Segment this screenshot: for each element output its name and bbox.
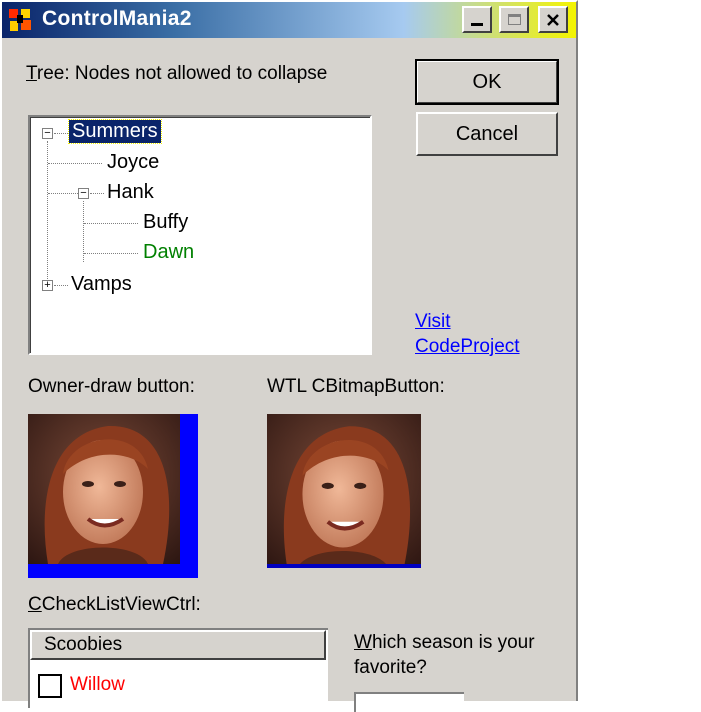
portrait-image	[267, 414, 421, 568]
season-question-line1: hich season is your	[371, 632, 535, 653]
tree-connector	[48, 193, 78, 194]
tree-connector	[84, 223, 138, 224]
close-icon	[547, 13, 559, 26]
collapse-icon[interactable]: −	[78, 188, 89, 199]
owner-draw-label: Owner-draw button:	[28, 376, 195, 397]
tree-connector	[90, 193, 104, 194]
wtl-label: WTL CBitmapButton:	[267, 376, 445, 397]
minimize-icon	[471, 23, 483, 26]
tree-view[interactable]: − − + Summers Joyce Hank Buffy Dawn Vamp…	[28, 115, 372, 355]
collapse-icon[interactable]: −	[42, 128, 53, 139]
tree-node-summers[interactable]: Summers	[68, 119, 162, 144]
owner-draw-button[interactable]	[28, 414, 198, 578]
tree-label-text: ree: Nodes not allowed to collapse	[36, 63, 328, 84]
tree-node-dawn[interactable]: Dawn	[143, 241, 194, 264]
app-icon	[9, 9, 31, 31]
maximize-icon	[507, 14, 521, 25]
tree-node-joyce[interactable]: Joyce	[107, 151, 159, 174]
window-title: ControlMania2	[42, 7, 192, 30]
dialog-window: ControlMania2 Tree: Nodes not allowed to…	[0, 0, 578, 712]
close-button[interactable]	[538, 6, 568, 33]
season-question-mnemonic: W	[354, 632, 372, 653]
tree-label: Tree: Nodes not allowed to collapse	[26, 63, 327, 85]
bitmap-button[interactable]	[267, 414, 421, 568]
season-question: Which season is your favorite?	[354, 630, 535, 680]
codeproject-link[interactable]: Visit CodeProject	[415, 309, 520, 359]
minimize-button[interactable]	[462, 6, 492, 33]
checklist-label-text: CheckListViewCtrl:	[41, 594, 201, 615]
season-question-line2: favorite?	[354, 657, 427, 678]
tree-node-buffy[interactable]: Buffy	[143, 211, 188, 234]
season-combo[interactable]	[354, 692, 464, 712]
tree-connector	[84, 253, 138, 254]
ok-button[interactable]: OK	[415, 59, 559, 105]
checklist-label-mnemonic: C	[28, 594, 42, 615]
maximize-button[interactable]	[499, 6, 529, 33]
link-line-1: Visit	[415, 311, 451, 332]
tree-connector	[54, 285, 68, 286]
cancel-button[interactable]: Cancel	[416, 112, 558, 156]
portrait-image	[28, 414, 180, 564]
tree-label-mnemonic: T	[26, 63, 37, 84]
tree-connector	[54, 133, 68, 134]
title-bar[interactable]: ControlMania2	[2, 2, 576, 38]
list-item[interactable]: Willow	[36, 672, 316, 700]
list-item-label: Willow	[70, 674, 125, 695]
checklist-label: CCheckListViewCtrl:	[28, 594, 201, 616]
tree-node-hank[interactable]: Hank	[107, 181, 154, 204]
checkbox-willow[interactable]	[38, 674, 62, 698]
tree-node-vamps[interactable]: Vamps	[71, 273, 132, 296]
tree-connector	[48, 163, 102, 164]
check-list-view[interactable]: Scoobies Willow	[28, 628, 328, 708]
column-header-scoobies[interactable]: Scoobies	[30, 630, 326, 660]
bitmap-button-bottom-edge	[267, 564, 421, 568]
link-line-2: CodeProject	[415, 336, 520, 357]
expand-icon[interactable]: +	[42, 280, 53, 291]
